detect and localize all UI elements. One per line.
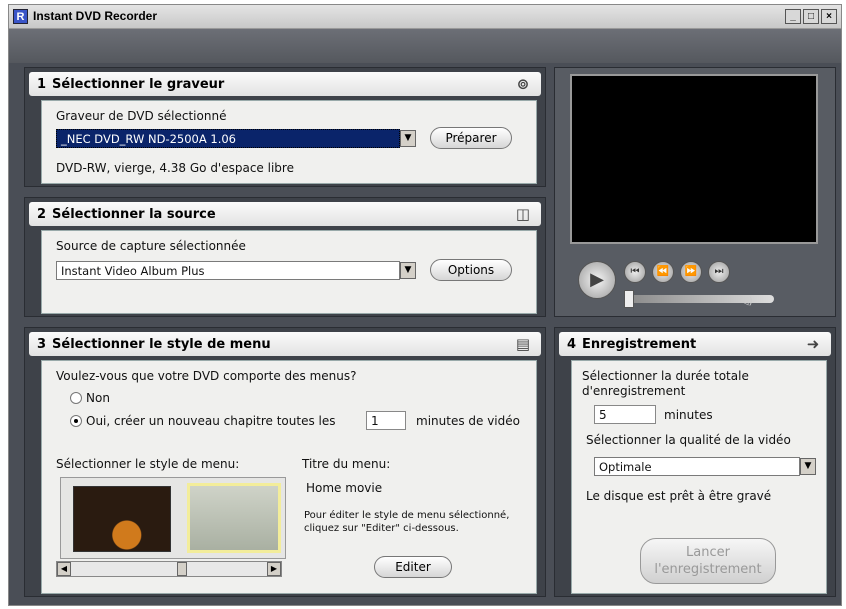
panel-body: Graveur de DVD sélectionné _NEC DVD_RW N… (41, 100, 537, 184)
toolbar (9, 29, 841, 63)
menu-style-thumbnail-selected[interactable] (187, 483, 281, 553)
drive-label: Graveur de DVD sélectionné (56, 109, 227, 123)
menu-style-thumbnail-halloween[interactable] (73, 486, 171, 552)
panel-menu-style: 3 Sélectionner le style de menu ▤ Voulez-… (24, 327, 546, 597)
panel-title: Sélectionner la source (52, 207, 216, 222)
drive-select[interactable]: _NEC DVD_RW ND-2500A 1.06 (56, 129, 400, 148)
player-controls: ▶ ⏮ ⏪ ⏩ ⏭ ◁) (564, 246, 828, 316)
step-number: 1 (37, 77, 47, 92)
panel-body: Source de capture sélectionnée Instant V… (41, 230, 537, 314)
radio-yes-label: Oui, créer un nouveau chapitre toutes le… (86, 414, 336, 428)
chevron-down-icon[interactable]: ▼ (800, 458, 816, 475)
step-number: 4 (567, 337, 577, 352)
source-label: Source de capture sélectionnée (56, 239, 246, 253)
panel-header: 3 Sélectionner le style de menu ▤ (29, 332, 541, 356)
radio-no-label: Non (86, 391, 110, 405)
menu-title-value: Home movie (306, 481, 383, 495)
title-bar: R Instant DVD Recorder _ □ × (9, 5, 841, 29)
volume-icon[interactable]: ◁) (740, 294, 753, 307)
app-icon: R (13, 9, 28, 24)
prepare-button[interactable]: Préparer (430, 127, 512, 149)
source-select[interactable]: Instant Video Album Plus (56, 261, 400, 280)
scroll-right-icon[interactable]: ▶ (267, 562, 281, 576)
panel-header: 2 Sélectionner la source ◫ (29, 202, 541, 226)
fast-forward-icon[interactable]: ⏩ (680, 261, 702, 283)
close-button[interactable]: × (821, 9, 837, 24)
skip-back-icon[interactable]: ⏮ (624, 261, 646, 283)
chevron-down-icon[interactable]: ▼ (400, 130, 416, 147)
chevron-down-icon[interactable]: ▼ (400, 262, 416, 279)
gallery-scrollbar[interactable]: ◀ ▶ (56, 561, 282, 577)
maximize-button[interactable]: □ (803, 9, 819, 24)
drive-status: DVD-RW, vierge, 4.38 Go d'espace libre (56, 161, 294, 175)
style-label: Sélectionner le style de menu: (56, 457, 240, 471)
panel-title: Sélectionner le style de menu (52, 337, 271, 352)
skip-forward-icon[interactable]: ⏭ (708, 261, 730, 283)
radio-yes-menu[interactable] (70, 415, 82, 427)
panel-body: Voulez-vous que votre DVD comporte des m… (41, 360, 537, 594)
window-title: Instant DVD Recorder (33, 9, 158, 23)
panel-title: Enregistrement (582, 337, 697, 352)
play-icon[interactable]: ▶ (578, 261, 616, 299)
panel-select-burner: 1 Sélectionner le graveur ⊚ Graveur de DV… (24, 67, 546, 187)
ready-status: Le disque est prêt à être gravé (586, 489, 772, 503)
step-number: 2 (37, 207, 47, 222)
duration-input[interactable]: 5 (594, 405, 656, 424)
edit-hint: Pour éditer le style de menu sélectionné… (304, 510, 510, 534)
scrollbar-thumb[interactable] (177, 562, 187, 576)
video-preview (570, 74, 818, 244)
start-recording-button[interactable]: Lancer l'enregistrement (640, 538, 776, 584)
menu-title-label: Titre du menu: (302, 457, 391, 471)
minimize-button[interactable]: _ (785, 9, 801, 24)
camcorder-icon: ◫ (515, 205, 531, 223)
start-recording-label-2: l'enregistrement (654, 562, 762, 577)
quality-label: Sélectionner la qualité de la vidéo (586, 433, 791, 447)
seek-knob[interactable] (624, 290, 634, 308)
menu-document-icon: ▤ (515, 335, 531, 353)
panel-title: Sélectionner le graveur (52, 77, 225, 92)
radio-no-menu[interactable] (70, 392, 82, 404)
panel-header: 4 Enregistrement ➜ (559, 332, 831, 356)
minutes-suffix: minutes de vidéo (416, 414, 520, 428)
step-number: 3 (37, 337, 47, 352)
record-disc-icon: ➜ (806, 335, 820, 353)
menu-question: Voulez-vous que votre DVD comporte des m… (56, 369, 357, 383)
edit-button[interactable]: Editer (374, 556, 452, 578)
quality-select[interactable]: Optimale (594, 457, 800, 476)
menu-style-gallery (60, 477, 286, 559)
panel-header: 1 Sélectionner le graveur ⊚ (29, 72, 541, 96)
start-recording-label-1: Lancer (686, 545, 730, 560)
disc-drive-icon: ⊚ (516, 75, 530, 93)
panel-select-source: 2 Sélectionner la source ◫ Source de capt… (24, 197, 546, 317)
rewind-icon[interactable]: ⏪ (652, 261, 674, 283)
duration-unit: minutes (664, 408, 713, 422)
chapter-minutes-input[interactable]: 1 (366, 411, 406, 430)
options-button[interactable]: Options (430, 259, 512, 281)
scroll-left-icon[interactable]: ◀ (57, 562, 71, 576)
duration-label: Sélectionner la durée totale d'enregistr… (582, 369, 749, 398)
